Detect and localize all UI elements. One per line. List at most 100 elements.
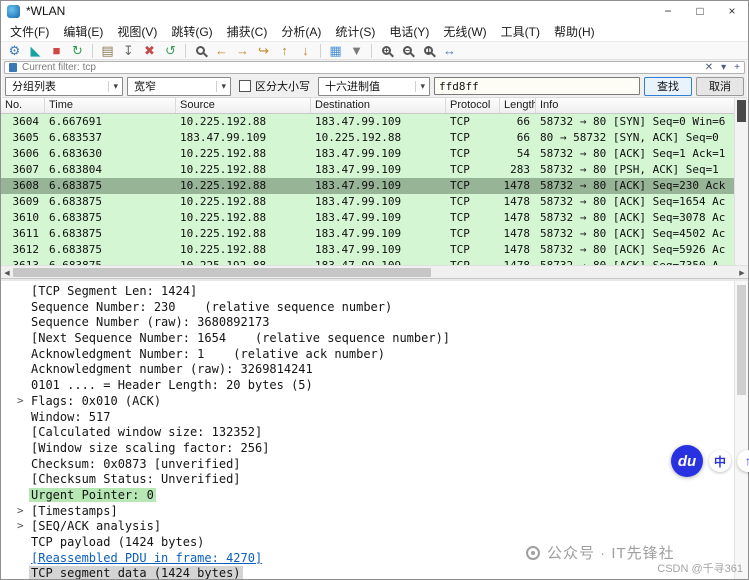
detail-line[interactable]: > Flags: 0x010 (ACK) xyxy=(1,394,734,410)
search-input[interactable] xyxy=(434,77,640,95)
checkbox-icon[interactable] xyxy=(239,80,251,92)
cancel-button[interactable]: 取消 xyxy=(696,77,744,96)
case-sensitive-checkbox[interactable]: 区分大小写 xyxy=(235,78,314,94)
scrollbar-thumb[interactable] xyxy=(737,285,746,395)
go-to-packet-icon[interactable]: ↪ xyxy=(254,42,273,59)
colorize-icon[interactable]: ▦ xyxy=(326,42,345,59)
go-first-icon[interactable]: ↑ xyxy=(275,42,294,59)
detail-field[interactable]: Acknowledgment number (raw): 3269814241 xyxy=(31,362,313,376)
horizontal-scrollbar[interactable]: ◀ ▶ xyxy=(1,265,748,278)
detail-field[interactable]: Urgent Pointer: 0 xyxy=(29,488,156,502)
detail-field[interactable]: TCP segment data (1424 bytes) xyxy=(29,566,243,579)
detail-link[interactable]: [Reassembled PDU in frame: 4270] xyxy=(31,551,262,565)
detail-field[interactable]: [Window size scaling factor: 256] xyxy=(31,441,269,455)
packet-row-3606[interactable]: 36066.68363010.225.192.88183.47.99.109TC… xyxy=(1,146,736,162)
detail-field[interactable]: [Checksum Status: Unverified] xyxy=(31,472,241,486)
reload-file-icon[interactable]: ↺ xyxy=(161,42,180,59)
packet-row-3604[interactable]: 36046.66769110.225.192.88183.47.99.109TC… xyxy=(1,114,736,130)
search-scope-select[interactable]: 分组列表 ▾ xyxy=(5,77,123,96)
detail-field[interactable]: [Next Sequence Number: 1654 (relative se… xyxy=(31,331,450,345)
search-width-select[interactable]: 宽窄 ▾ xyxy=(127,77,231,96)
detail-line[interactable]: [Calculated window size: 132352] xyxy=(1,425,734,441)
expand-arrow-icon[interactable]: > xyxy=(17,519,24,532)
column-header-time[interactable]: Time xyxy=(45,98,176,113)
go-forward-icon[interactable]: → xyxy=(233,42,252,59)
close-file-icon[interactable]: ✖ xyxy=(140,42,159,59)
expand-arrow-icon[interactable]: > xyxy=(17,504,24,517)
find-packet-icon[interactable] xyxy=(191,42,210,59)
detail-line[interactable]: Acknowledgment Number: 1 (relative ack n… xyxy=(1,347,734,363)
packet-row-3610[interactable]: 36106.68387510.225.192.88183.47.99.109TC… xyxy=(1,210,736,226)
ime-up-button[interactable]: ↑ xyxy=(737,450,749,472)
detail-line[interactable]: [TCP Segment Len: 1424] xyxy=(1,284,734,300)
detail-field[interactable]: [SEQ/ACK analysis] xyxy=(31,519,161,533)
resize-columns-icon[interactable]: ↔ xyxy=(440,42,459,59)
baidu-ime-logo[interactable]: du xyxy=(671,445,703,477)
menu-item-file[interactable]: 文件(F) xyxy=(3,21,56,42)
clear-filter-icon[interactable]: ✕ xyxy=(701,62,717,73)
menu-item-telephony[interactable]: 电话(Y) xyxy=(382,21,436,42)
packet-row-3607[interactable]: 36076.68380410.225.192.88183.47.99.109TC… xyxy=(1,162,736,178)
packet-row-3612[interactable]: 36126.68387510.225.192.88183.47.99.109TC… xyxy=(1,242,736,258)
menu-item-statistics[interactable]: 统计(S) xyxy=(328,21,382,42)
menu-item-view[interactable]: 视图(V) xyxy=(110,21,164,42)
detail-line[interactable]: > [SEQ/ACK analysis] xyxy=(1,519,734,535)
minimize-button[interactable]: − xyxy=(652,1,684,21)
detail-line[interactable]: TCP segment data (1424 bytes) xyxy=(1,566,734,579)
menu-item-tools[interactable]: 工具(T) xyxy=(494,21,547,42)
search-type-select[interactable]: 十六进制值 ▾ xyxy=(318,77,430,96)
go-back-icon[interactable]: ← xyxy=(212,42,231,59)
column-header-protocol[interactable]: Protocol xyxy=(446,98,500,113)
menu-item-edit[interactable]: 编辑(E) xyxy=(56,21,110,42)
column-header-no[interactable]: No. xyxy=(1,98,45,113)
detail-field[interactable]: Sequence Number (raw): 3680892173 xyxy=(31,315,269,329)
start-capture-icon[interactable]: ◣ xyxy=(26,42,45,59)
detail-line[interactable]: [Next Sequence Number: 1654 (relative se… xyxy=(1,331,734,347)
detail-field[interactable]: TCP payload (1424 bytes) xyxy=(31,535,204,549)
detail-line[interactable]: Sequence Number (raw): 3680892173 xyxy=(1,315,734,331)
detail-field[interactable]: Sequence Number: 230 (relative sequence … xyxy=(31,300,392,314)
maximize-button[interactable]: □ xyxy=(684,1,716,21)
detail-field[interactable]: 0101 .... = Header Length: 20 bytes (5) xyxy=(31,378,313,392)
display-filter-field[interactable]: Current filter: tcp ✕ ▾ + xyxy=(4,61,745,74)
detail-field[interactable]: Checksum: 0x0873 [unverified] xyxy=(31,457,241,471)
detail-line[interactable]: [Checksum Status: Unverified] xyxy=(1,472,734,488)
detail-line[interactable]: Window: 517 xyxy=(1,410,734,426)
ime-language-button[interactable]: 中 xyxy=(709,450,731,472)
column-header-info[interactable]: Info xyxy=(536,98,736,113)
open-file-icon[interactable]: ▤ xyxy=(98,42,117,59)
filter-bookmark-icon[interactable] xyxy=(9,63,17,72)
detail-line[interactable]: Urgent Pointer: 0 xyxy=(1,488,734,504)
detail-field[interactable]: [Timestamps] xyxy=(31,504,118,518)
restart-capture-icon[interactable]: ↻ xyxy=(68,42,87,59)
scrollbar-thumb[interactable] xyxy=(737,100,746,122)
add-filter-icon[interactable]: + xyxy=(730,62,744,73)
menu-item-help[interactable]: 帮助(H) xyxy=(547,21,602,42)
detail-field[interactable]: Flags: 0x010 (ACK) xyxy=(31,394,161,408)
packet-row-3608[interactable]: 36086.68387510.225.192.88183.47.99.109TC… xyxy=(1,178,736,194)
capture-options-icon[interactable]: ⚙ xyxy=(5,42,24,59)
menu-item-go[interactable]: 跳转(G) xyxy=(164,21,219,42)
menu-item-wireless[interactable]: 无线(W) xyxy=(436,21,493,42)
packet-list-scrollbar[interactable] xyxy=(734,98,748,278)
scrollbar-thumb[interactable] xyxy=(13,268,431,277)
packet-row-3611[interactable]: 36116.68387510.225.192.88183.47.99.109TC… xyxy=(1,226,736,242)
find-button[interactable]: 查找 xyxy=(644,77,692,96)
column-header-source[interactable]: Source xyxy=(176,98,311,113)
detail-field[interactable]: [Calculated window size: 132352] xyxy=(31,425,262,439)
stop-capture-icon[interactable]: ■ xyxy=(47,42,66,59)
detail-line[interactable]: [Window size scaling factor: 256] xyxy=(1,441,734,457)
filter-dropdown-icon[interactable]: ▾ xyxy=(717,62,730,73)
close-button[interactable]: × xyxy=(716,1,748,21)
packet-row-3609[interactable]: 36096.68387510.225.192.88183.47.99.109TC… xyxy=(1,194,736,210)
menu-item-analyze[interactable]: 分析(A) xyxy=(274,21,328,42)
expand-arrow-icon[interactable]: > xyxy=(17,394,24,407)
detail-line[interactable]: Checksum: 0x0873 [unverified] xyxy=(1,457,734,473)
column-header-destination[interactable]: Destination xyxy=(311,98,446,113)
detail-line[interactable]: Sequence Number: 230 (relative sequence … xyxy=(1,300,734,316)
detail-field[interactable]: Window: 517 xyxy=(31,410,110,424)
zoom-in-icon[interactable]: + xyxy=(377,42,396,59)
zoom-out-icon[interactable]: − xyxy=(398,42,417,59)
save-file-icon[interactable]: ↧ xyxy=(119,42,138,59)
detail-field[interactable]: [TCP Segment Len: 1424] xyxy=(31,284,197,298)
